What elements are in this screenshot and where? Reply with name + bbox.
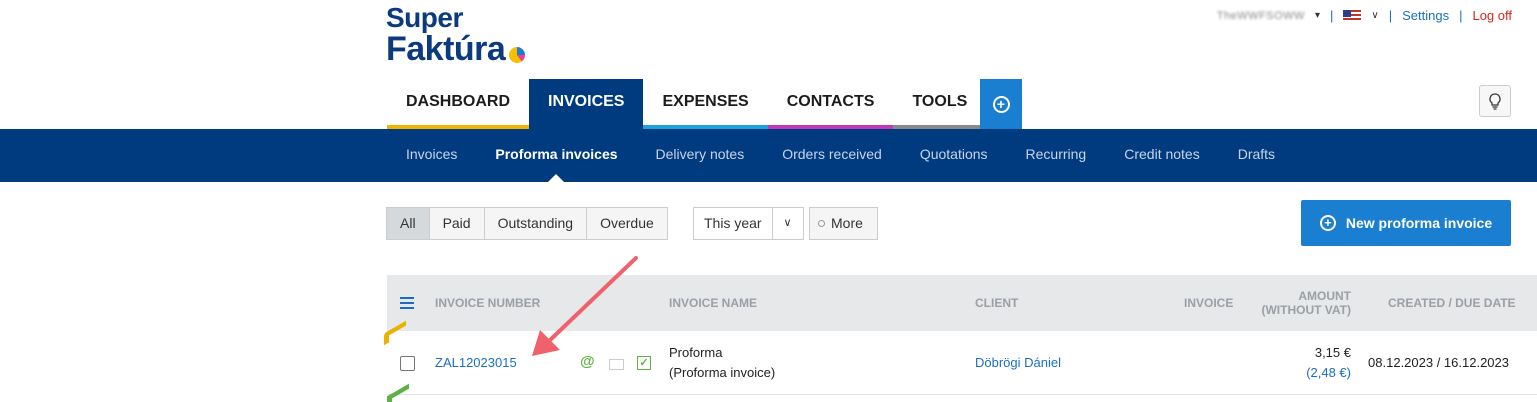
subnav-proforma-invoices[interactable]: Proforma invoices	[476, 129, 636, 182]
tab-tools[interactable]: TOOLS	[893, 79, 987, 129]
settings-link[interactable]: Settings	[1402, 8, 1449, 23]
tab-invoices[interactable]: INVOICES	[529, 79, 644, 129]
top-account-bar: TheWWFSOWW ▾ | ∨ | Settings | Log off	[1217, 8, 1512, 23]
invoice-number-link[interactable]: ZAL12023015	[435, 355, 517, 370]
subnav-orders-received[interactable]: Orders received	[763, 129, 901, 182]
paid-check-icon: ✓	[637, 356, 651, 370]
sub-nav: Invoices Proforma invoices Delivery note…	[0, 129, 1537, 182]
row-checkbox[interactable]	[400, 356, 415, 371]
divider: |	[1388, 8, 1393, 23]
user-name[interactable]: TheWWFSOWW	[1217, 10, 1305, 22]
subnav-quotations[interactable]: Quotations	[901, 129, 1007, 182]
columns-menu-icon[interactable]	[400, 297, 414, 312]
amount: 3,15 € (2,48 €)	[1306, 345, 1351, 380]
logo-pie-icon	[509, 47, 526, 63]
invoice-name: Proforma (Proforma invoice)	[669, 345, 776, 380]
envelope-icon	[609, 359, 624, 370]
header-created-due-date[interactable]: CREATED / DUE DATE	[1388, 275, 1516, 331]
subnav-invoices[interactable]: Invoices	[387, 129, 476, 182]
tab-dashboard[interactable]: DASHBOARD	[387, 79, 529, 129]
language-chevron-down-icon[interactable]: ∨	[1371, 10, 1378, 21]
circle-icon	[818, 220, 825, 227]
chevron-down-icon: ∨	[783, 217, 792, 229]
table-header: INVOICE NUMBER INVOICE NAME CLIENT INVOI…	[387, 275, 1537, 331]
logo-line-1: Super	[386, 2, 463, 33]
filter-paid[interactable]: Paid	[428, 207, 485, 240]
divider: |	[1459, 8, 1463, 23]
logout-link[interactable]: Log off	[1472, 8, 1512, 23]
table-row[interactable]: ZAL12023015 @ ✓ Proforma (Proforma invoi…	[384, 320, 1537, 395]
divider: |	[1329, 8, 1334, 23]
email-sent-icon: @	[580, 353, 595, 370]
new-button-label: New proforma invoice	[1345, 215, 1493, 231]
us-flag-icon[interactable]	[1343, 9, 1362, 22]
tips-button[interactable]	[1479, 85, 1511, 117]
filter-outstanding[interactable]: Outstanding	[483, 207, 588, 240]
subnav-credit-notes[interactable]: Credit notes	[1105, 129, 1218, 182]
filter-overdue[interactable]: Overdue	[586, 207, 668, 240]
client-link[interactable]: Döbrögi Dániel	[975, 355, 1061, 370]
header-invoice-name[interactable]: INVOICE NAME	[669, 275, 757, 331]
lightbulb-icon	[1489, 93, 1501, 110]
header-client[interactable]: CLIENT	[975, 275, 1018, 331]
quick-add-button[interactable]: +	[980, 79, 1022, 129]
status-filter: All Paid Outstanding Overdue	[386, 207, 668, 240]
plus-circle-icon: +	[992, 95, 1010, 113]
more-label: More	[831, 215, 863, 231]
header-amount[interactable]: AMOUNT (WITHOUT VAT)	[1247, 275, 1351, 331]
logo-line-2: Faktúra	[386, 32, 526, 66]
subnav-recurring[interactable]: Recurring	[1007, 129, 1106, 182]
tab-expenses[interactable]: EXPENSES	[643, 79, 768, 129]
tab-contacts[interactable]: CONTACTS	[767, 79, 894, 129]
superfaktura-logo[interactable]: Super Faktúra	[386, 2, 526, 66]
new-proforma-invoice-button[interactable]: + New proforma invoice	[1301, 200, 1511, 246]
subnav-delivery-notes[interactable]: Delivery notes	[637, 129, 764, 182]
created-due-date: 08.12.2023 / 16.12.2023	[1368, 355, 1509, 370]
subnav-drafts[interactable]: Drafts	[1219, 129, 1294, 182]
user-chevron-down-icon[interactable]: ▾	[1315, 10, 1320, 21]
header-invoice: INVOICE	[1184, 296, 1234, 310]
header-invoice-number[interactable]: INVOICE NUMBER	[435, 275, 540, 331]
period-select[interactable]: This year ∨	[693, 207, 804, 240]
period-value: This year	[694, 208, 773, 239]
more-filters-button[interactable]: More	[809, 207, 878, 240]
filter-all[interactable]: All	[386, 207, 430, 240]
main-nav: DASHBOARD INVOICES EXPENSES CONTACTS TOO…	[387, 79, 987, 129]
plus-circle-icon: +	[1319, 215, 1336, 231]
